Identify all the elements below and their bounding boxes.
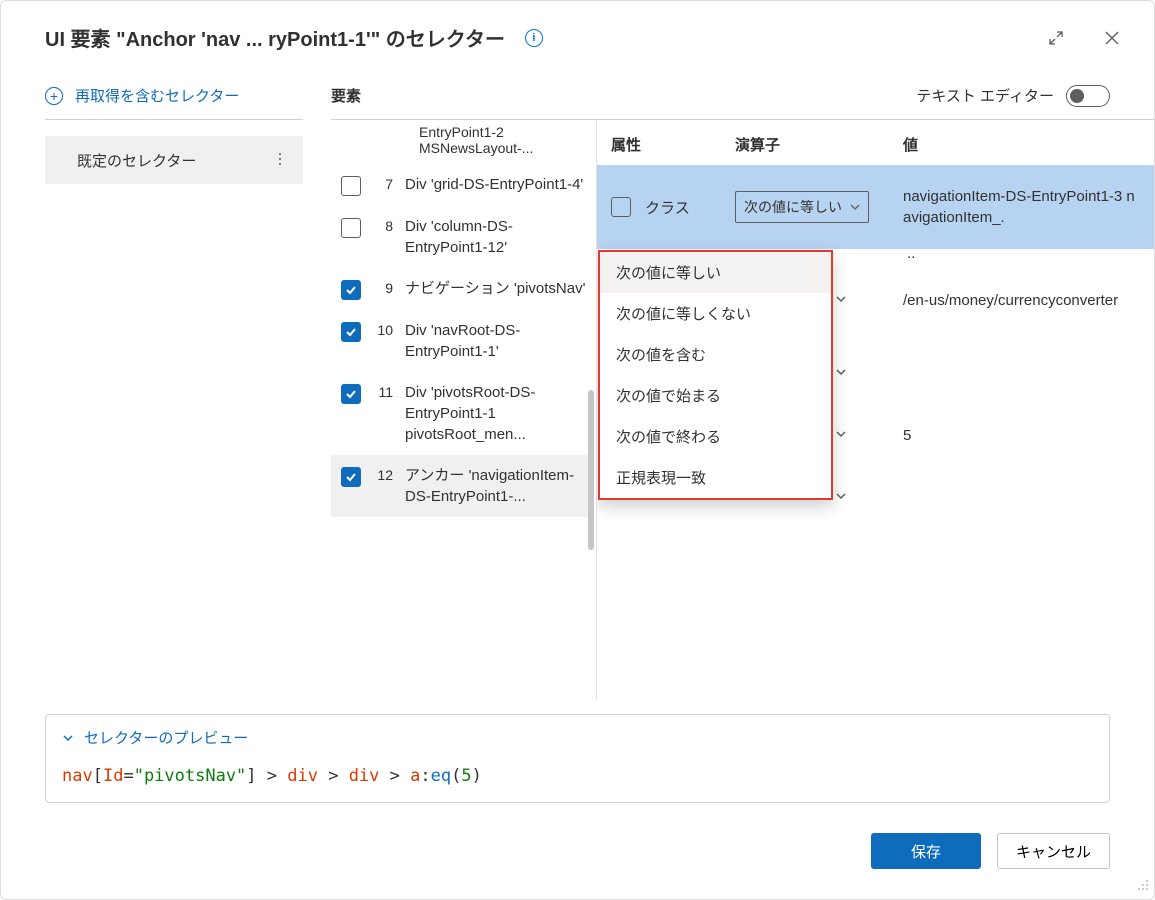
info-icon[interactable]: i	[525, 29, 543, 47]
attribute-pane: 属性 演算子 値 クラス次の値に等しいnavigationItem-DS-Ent…	[597, 120, 1154, 700]
operator-select[interactable]: 次の値に等しい	[735, 191, 869, 223]
selector-preview: セレクターのプレビュー nav[Id="pivotsNav"] > div > …	[45, 714, 1110, 803]
text-editor-toggle[interactable]	[1066, 85, 1110, 107]
add-selector-button[interactable]: + 再取得を含むセレクター	[45, 72, 303, 120]
element-label: Div 'grid-DS-EntryPoint1-4'	[405, 174, 588, 195]
attribute-checkbox[interactable]	[611, 197, 631, 217]
operator-option[interactable]: 次の値に等しくない	[600, 293, 831, 334]
close-icon[interactable]	[1102, 28, 1122, 48]
expand-icon[interactable]	[1046, 28, 1066, 48]
add-selector-label: 再取得を含むセレクター	[75, 85, 239, 106]
selector-list-panel: + 再取得を含むセレクター 既定のセレクター ⋯	[45, 72, 303, 700]
operator-option[interactable]: 正規表現一致	[600, 457, 831, 498]
element-checkbox[interactable]	[341, 218, 361, 238]
attribute-value: navigationItem-DS-EntryPoint1-3 navigati…	[903, 186, 1140, 228]
attribute-table-header: 属性 演算子 値	[597, 134, 1154, 165]
element-checkbox[interactable]	[341, 280, 361, 300]
attribute-operator-cell: 次の値に等しい	[735, 191, 903, 223]
element-index: 12	[373, 465, 393, 483]
default-selector-label: 既定のセレクター	[77, 150, 196, 171]
attribute-value: 5	[903, 425, 1140, 446]
plus-icon: +	[45, 87, 63, 105]
dialog-footer: 保存 キャンセル	[1, 803, 1154, 899]
cancel-button[interactable]: キャンセル	[997, 833, 1110, 869]
operator-option[interactable]: 次の値で始まる	[600, 375, 831, 416]
chevron-down-icon[interactable]	[835, 292, 847, 308]
element-hierarchy-list: EntryPoint1-2 MSNewsLayout-... 7 Div 'gri…	[331, 120, 597, 700]
element-index: 8	[373, 216, 393, 234]
chevron-down-icon[interactable]	[835, 489, 847, 505]
col-header-val: 値	[903, 134, 1154, 155]
element-row[interactable]: 9 ナビゲーション 'pivotsNav'	[331, 268, 588, 310]
chevron-down-icon[interactable]	[835, 365, 847, 381]
operator-option[interactable]: 次の値に等しい	[600, 252, 831, 293]
element-checkbox[interactable]	[341, 467, 361, 487]
element-row[interactable]: 8 Div 'column-DS-EntryPoint1-12'	[331, 206, 588, 268]
operator-option[interactable]: 次の値で終わる	[600, 416, 831, 457]
element-partial-prev: EntryPoint1-2 MSNewsLayout-...	[331, 120, 588, 164]
preview-code: nav[Id="pivotsNav"] > div > div > a:eq(5…	[62, 766, 1093, 786]
dialog-header: UI 要素 "Anchor 'nav ... ryPoint1-1'" のセレク…	[1, 1, 1154, 72]
element-index: 7	[373, 174, 393, 192]
element-checkbox[interactable]	[341, 322, 361, 342]
preview-label: セレクターのプレビュー	[84, 727, 248, 748]
element-row[interactable]: 10 Div 'navRoot-DS-EntryPoint1-1'	[331, 310, 588, 372]
attribute-name: クラス	[645, 197, 735, 218]
element-checkbox[interactable]	[341, 384, 361, 404]
operator-option[interactable]: 次の値を含む	[600, 334, 831, 375]
element-label: Div 'column-DS-EntryPoint1-12'	[405, 216, 588, 258]
dialog-title: UI 要素 "Anchor 'nav ... ryPoint1-1'" のセレク…	[45, 23, 505, 52]
element-label: アンカー 'navigationItem-DS-EntryPoint1-...	[405, 465, 588, 507]
element-label: ナビゲーション 'pivotsNav'	[405, 278, 588, 299]
attribute-value: /en-us/money/currencyconverter	[903, 290, 1140, 311]
more-icon[interactable]: ⋯	[272, 152, 290, 169]
resize-grip[interactable]	[1137, 878, 1149, 894]
scrollbar[interactable]	[588, 390, 594, 550]
chevron-down-icon	[850, 202, 860, 212]
elements-heading: 要素	[331, 85, 361, 106]
selector-builder-dialog: UI 要素 "Anchor 'nav ... ryPoint1-1'" のセレク…	[0, 0, 1155, 900]
default-selector-item[interactable]: 既定のセレクター ⋯	[45, 136, 303, 184]
col-header-attr: 属性	[611, 134, 735, 155]
element-row[interactable]: 11 Div 'pivotsRoot-DS-EntryPoint1-1 pivot…	[331, 372, 588, 455]
attribute-row: クラス次の値に等しい navigationItem-DS-EntryPoint1-…	[597, 165, 1154, 249]
element-index: 11	[373, 382, 393, 400]
chevron-down-icon	[62, 732, 74, 744]
save-button[interactable]: 保存	[871, 833, 981, 869]
chevron-down-icon[interactable]	[835, 427, 847, 443]
element-index: 10	[373, 320, 393, 338]
element-row[interactable]: 12 アンカー 'navigationItem-DS-EntryPoint1-..…	[331, 455, 588, 517]
text-editor-label: テキスト エディター	[916, 85, 1054, 106]
element-label: Div 'pivotsRoot-DS-EntryPoint1-1 pivotsR…	[405, 382, 588, 445]
preview-toggle[interactable]: セレクターのプレビュー	[62, 727, 1093, 748]
element-row[interactable]: 7 Div 'grid-DS-EntryPoint1-4'	[331, 164, 588, 206]
element-index: 9	[373, 278, 393, 296]
element-checkbox[interactable]	[341, 176, 361, 196]
col-header-op: 演算子	[735, 134, 903, 155]
element-label: Div 'navRoot-DS-EntryPoint1-1'	[405, 320, 588, 362]
operator-dropdown[interactable]: 次の値に等しい次の値に等しくない次の値を含む次の値で始まる次の値で終わる正規表現…	[598, 250, 833, 500]
